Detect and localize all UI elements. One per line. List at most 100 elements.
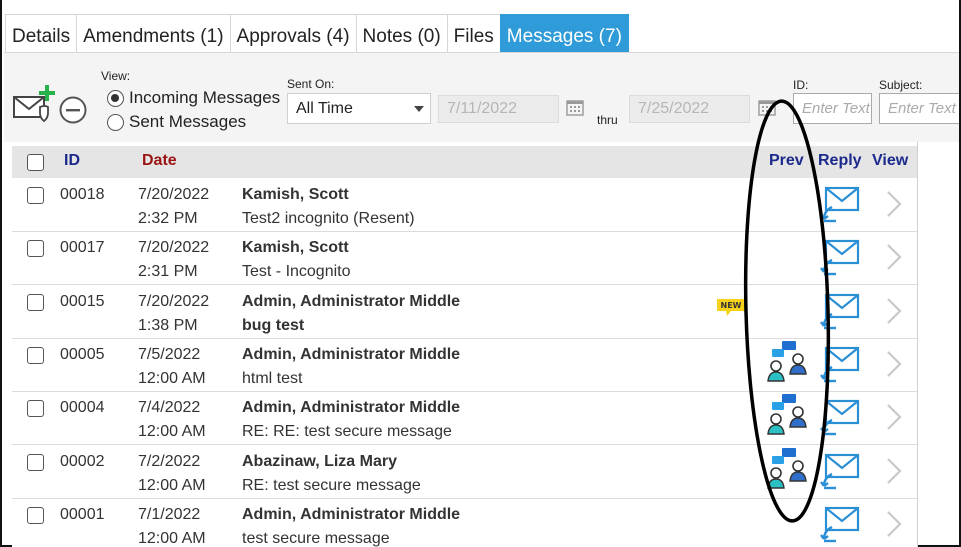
message-time: 12:00 AM [138, 476, 206, 494]
row-checkbox[interactable] [27, 453, 44, 471]
message-date: 7/5/2022 [138, 345, 201, 363]
row-checkbox[interactable] [27, 293, 44, 311]
view-label: View: [101, 69, 131, 83]
message-id: 00017 [60, 239, 105, 257]
message-sender: Admin, Administrator Middle [242, 345, 461, 363]
conversation-icon[interactable] [764, 339, 810, 385]
message-subject: bug test [242, 316, 305, 334]
table-row[interactable]: 00001 7/1/2022 12:00 AM Admin, Administrato… [12, 498, 917, 547]
table-row[interactable]: 00002 7/2/2022 12:00 AM Abazinaw, Liza Mary… [12, 445, 917, 499]
conversation-icon[interactable] [764, 392, 810, 438]
message-sender: Abazinaw, Liza Mary [242, 452, 397, 470]
message-date: 7/20/2022 [138, 239, 210, 257]
message-time: 2:31 PM [138, 263, 198, 281]
filter-toolbar: View: Incoming Messages Sent Messages Se… [4, 52, 959, 142]
sent-messages-label: Sent Messages [129, 112, 247, 131]
sent-messages-radio[interactable]: Sent Messages [107, 111, 246, 133]
chevron-right-icon[interactable] [884, 349, 904, 379]
message-id: 00004 [60, 399, 105, 417]
tab-details[interactable]: Details [5, 14, 78, 52]
subject-search-input[interactable]: Enter Text [879, 93, 959, 124]
header-prev: Prev [769, 152, 804, 169]
reply-mail-icon[interactable] [818, 345, 860, 385]
message-date: 7/4/2022 [138, 399, 201, 417]
tab-messages[interactable]: Messages (7) [499, 14, 629, 52]
chevron-down-icon [414, 106, 424, 112]
message-subject: html test [242, 369, 303, 387]
table-row[interactable]: 00015 7/20/2022 1:38 PM Admin, Administrato… [12, 285, 917, 339]
conversation-icon[interactable] [764, 446, 810, 492]
header-reply: Reply [818, 152, 862, 169]
header-view: View [872, 152, 909, 169]
panel-divider [917, 142, 918, 547]
message-subject: RE: RE: test secure message [242, 423, 452, 441]
calendar-icon[interactable] [566, 99, 584, 116]
row-checkbox[interactable] [27, 187, 44, 204]
tab-files[interactable]: Files [446, 14, 501, 52]
tab-notes[interactable]: Notes (0) [355, 14, 448, 52]
table-row[interactable]: 00004 7/4/2022 12:00 AM Admin, Administrato… [12, 392, 917, 446]
row-checkbox[interactable] [27, 506, 44, 524]
message-sender: Kamish, Scott [242, 186, 349, 203]
table-row[interactable]: 00005 7/5/2022 12:00 AM Admin, Administrato… [12, 338, 917, 392]
tab-approvals[interactable]: Approvals (4) [229, 14, 357, 52]
id-label: ID: [793, 78, 809, 92]
date-to-input[interactable]: 7/25/2022 [629, 95, 750, 123]
table-header: ID Date Prev Reply View [12, 146, 917, 178]
tab-bar: Details Amendments (1) Approvals (4) Notes … [5, 14, 629, 52]
chevron-right-icon[interactable] [884, 296, 904, 326]
chevron-right-icon[interactable] [884, 509, 904, 539]
new-badge: NEW [717, 298, 745, 316]
reply-mail-icon[interactable] [818, 452, 860, 492]
message-id: 00005 [60, 345, 105, 363]
tab-amendments[interactable]: Amendments (1) [76, 14, 231, 52]
message-sender: Admin, Administrator Middle [242, 505, 461, 523]
remove-circle-icon[interactable] [58, 95, 88, 125]
sent-on-value: All Time [296, 100, 353, 117]
message-date: 7/20/2022 [138, 186, 210, 203]
message-date: 7/1/2022 [138, 505, 201, 523]
message-time: 12:00 AM [138, 529, 206, 547]
message-sender: Admin, Administrator Middle [242, 292, 461, 310]
message-date: 7/2/2022 [138, 452, 201, 470]
chevron-right-icon[interactable] [884, 456, 904, 486]
chevron-right-icon[interactable] [884, 242, 904, 272]
date-from-input[interactable]: 7/11/2022 [438, 95, 559, 123]
reply-mail-icon[interactable] [818, 398, 860, 438]
reply-mail-icon[interactable] [818, 238, 860, 278]
reply-mail-icon[interactable] [818, 505, 860, 545]
sent-on-select[interactable]: All Time [287, 93, 431, 124]
message-time: 2:32 PM [138, 210, 198, 227]
select-all-checkbox[interactable] [27, 154, 44, 171]
message-time: 12:00 AM [138, 369, 206, 387]
chevron-right-icon[interactable] [884, 402, 904, 432]
header-date[interactable]: Date [142, 152, 177, 170]
row-checkbox[interactable] [27, 346, 44, 364]
row-checkbox[interactable] [27, 240, 44, 258]
incoming-messages-label: Incoming Messages [129, 88, 281, 107]
radio-empty-icon [107, 113, 124, 131]
message-id: 00002 [60, 452, 105, 470]
table-row[interactable]: 00018 7/20/2022 2:32 PM Kamish, Scott Test2 … [12, 179, 917, 232]
id-search-input[interactable]: Enter Text [793, 93, 872, 124]
header-id[interactable]: ID [64, 152, 80, 170]
reply-mail-icon[interactable] [818, 185, 860, 225]
message-id: 00015 [60, 292, 105, 310]
table-row[interactable]: 00017 7/20/2022 2:31 PM Kamish, Scott Test -… [12, 232, 917, 286]
message-sender: Admin, Administrator Middle [242, 399, 461, 417]
message-id: 00018 [60, 186, 105, 203]
row-checkbox[interactable] [27, 400, 44, 418]
message-time: 1:38 PM [138, 316, 198, 334]
new-badge-text: NEW [721, 301, 742, 310]
message-subject: Test - Incognito [242, 263, 351, 281]
message-subject: Test2 incognito (Resent) [242, 210, 415, 227]
message-sender: Kamish, Scott [242, 239, 349, 257]
messages-table: ID Date Prev Reply View 00018 7/20/2022 2:… [12, 146, 917, 547]
sent-on-label: Sent On: [287, 77, 335, 91]
reply-mail-icon[interactable] [818, 292, 860, 332]
incoming-messages-radio[interactable]: Incoming Messages [107, 87, 280, 109]
message-time: 12:00 AM [138, 423, 206, 441]
radio-selected-icon [107, 89, 124, 107]
calendar-icon[interactable] [758, 99, 776, 116]
chevron-right-icon[interactable] [884, 189, 904, 219]
